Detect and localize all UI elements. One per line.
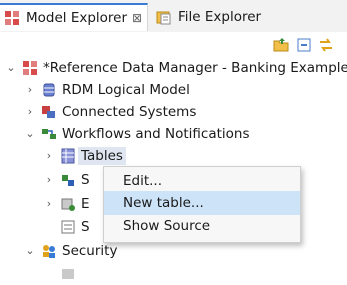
users-icon xyxy=(43,245,55,258)
chevron-right-icon[interactable]: › xyxy=(44,150,54,161)
tree-item-label: Tables xyxy=(78,147,126,165)
tree-item-label: Security xyxy=(62,243,118,259)
tab-model-explorer[interactable]: Model Explorer ⊠ xyxy=(0,3,148,31)
tree-root-project[interactable]: ⌄ *Reference Data Manager - Banking Exam… xyxy=(0,57,347,79)
database-icon xyxy=(43,83,55,97)
chevron-down-icon[interactable]: ⌄ xyxy=(25,245,35,256)
tree-item-tables[interactable]: › Tables xyxy=(0,145,347,167)
tree-root-label: *Reference Data Manager - Banking Exampl… xyxy=(43,60,347,76)
open-folder-icon[interactable] xyxy=(273,37,289,53)
close-icon[interactable]: ⊠ xyxy=(132,11,142,25)
tree-item-security[interactable]: ⌄ Security xyxy=(0,240,347,262)
tree-item-partial xyxy=(0,263,347,285)
tab-file-explorer[interactable]: File Explorer xyxy=(152,3,292,31)
view-tab-bar: Model Explorer ⊠ File Explorer xyxy=(0,0,347,32)
node-icon xyxy=(62,269,74,279)
chevron-right-icon[interactable]: › xyxy=(44,174,54,185)
tree-item-label: S xyxy=(81,219,90,235)
node-icon xyxy=(62,175,74,186)
table-icon xyxy=(61,148,75,164)
chevron-right-icon[interactable]: › xyxy=(25,84,35,95)
link-editor-icon[interactable] xyxy=(318,37,334,53)
chevron-right-icon[interactable]: › xyxy=(44,198,54,209)
workflow-icon xyxy=(42,129,56,139)
tree-item-label: Connected Systems xyxy=(62,104,197,120)
tree-item-label: RDM Logical Model xyxy=(62,82,190,98)
file-explorer-icon xyxy=(156,11,171,25)
chevron-right-icon[interactable]: › xyxy=(25,106,35,117)
tree-item-rdm-logical-model[interactable]: › RDM Logical Model xyxy=(0,79,347,101)
model-explorer-icon xyxy=(5,11,19,25)
node-icon xyxy=(61,198,75,211)
connected-systems-icon xyxy=(42,106,55,118)
context-menu: Edit... New table... Show Source xyxy=(103,166,301,243)
node-icon xyxy=(61,220,75,234)
view-toolbar xyxy=(0,32,347,56)
tab-model-explorer-label: Model Explorer xyxy=(26,10,128,26)
project-icon xyxy=(23,61,37,75)
tree-item-workflows[interactable]: ⌄ Workflows and Notifications xyxy=(0,123,347,145)
tab-file-explorer-label: File Explorer xyxy=(178,9,262,25)
chevron-down-icon[interactable]: ⌄ xyxy=(6,62,16,73)
menu-item-edit[interactable]: Edit... xyxy=(104,169,300,193)
tree-item-connected-systems[interactable]: › Connected Systems xyxy=(0,101,347,123)
tree-item-label: S xyxy=(81,172,90,188)
tree-item-label: Workflows and Notifications xyxy=(62,126,250,142)
menu-item-new-table[interactable]: New table... xyxy=(104,191,300,215)
menu-item-show-source[interactable]: Show Source xyxy=(104,214,300,238)
chevron-down-icon[interactable]: ⌄ xyxy=(25,128,35,139)
collapse-all-icon[interactable] xyxy=(296,37,312,53)
tree-item-label: E xyxy=(81,196,90,212)
